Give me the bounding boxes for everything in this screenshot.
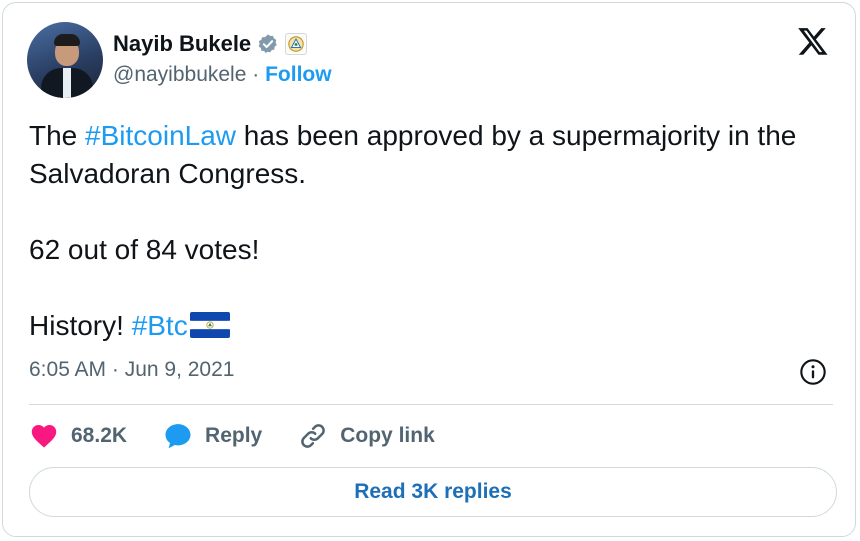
tweet-card: Nayib Bukele @nayibbukele · Follow The #… [2, 2, 856, 537]
avatar[interactable] [27, 22, 103, 98]
author-handle[interactable]: @nayibbukele [113, 63, 246, 86]
follow-link[interactable]: Follow [265, 63, 332, 86]
copy-link-button[interactable]: Copy link [298, 421, 435, 451]
avatar-hair [54, 34, 80, 46]
reply-button[interactable]: Reply [163, 421, 262, 451]
read-replies-button[interactable]: Read 3K replies [29, 467, 837, 517]
tweet-timestamp[interactable]: 6:05 AM · Jun 9, 2021 [29, 358, 234, 382]
like-count: 68.2K [71, 424, 128, 447]
heart-icon [31, 425, 57, 448]
el-salvador-flag-icon [189, 312, 230, 338]
divider [29, 404, 833, 405]
link-icon [301, 424, 326, 448]
tweet-actions: 68.2K Reply Copy link [29, 421, 471, 451]
tweet-text: The #BitcoinLaw has been approved by a s… [29, 117, 841, 345]
info-icon[interactable] [799, 358, 827, 386]
tweet-text-start: The [29, 120, 86, 151]
avatar-shirt [63, 68, 71, 98]
x-logo-icon[interactable] [797, 25, 829, 57]
handle-separator: · [252, 63, 260, 86]
copy-link-label: Copy link [340, 424, 435, 447]
verified-badge-icon [258, 34, 277, 54]
author-name[interactable]: Nayib Bukele [113, 31, 251, 57]
reply-label: Reply [205, 424, 263, 447]
author-name-row: Nayib Bukele [113, 31, 308, 57]
hashtag-bitcoinlaw[interactable]: #BitcoinLaw [85, 120, 236, 151]
like-button[interactable]: 68.2K [29, 421, 127, 451]
hashtag-btc[interactable]: #Btc [132, 310, 188, 341]
government-seal-icon [285, 33, 308, 55]
speech-bubble-icon [165, 424, 191, 449]
author-handle-row: @nayibbukele · Follow [113, 63, 332, 87]
tweet-text-body: has been approved by a supermajority in … [29, 120, 797, 341]
